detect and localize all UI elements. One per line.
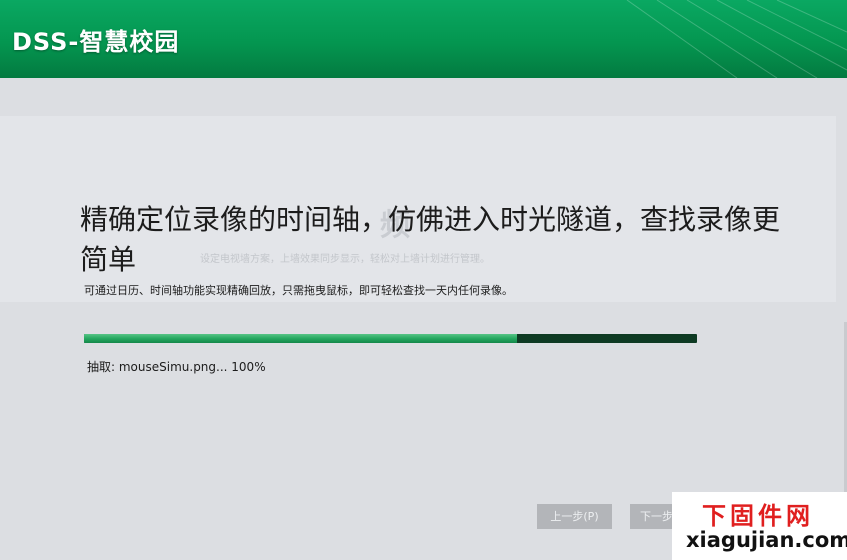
watermark-title: 下固件网 xyxy=(702,502,814,530)
feature-headline: 精确定位录像的时间轴，仿佛进入时光隧道，查找录像更简单 xyxy=(80,203,781,276)
site-watermark: 下固件网 xiagujian.com xyxy=(672,492,847,560)
previous-step-button[interactable]: 上一步(P) xyxy=(537,504,612,529)
app-title: DSS-智慧校园 xyxy=(12,28,180,56)
header-decoration-streaks xyxy=(626,0,847,78)
feature-description: 可通过日历、时间轴功能实现精确回放，只需拖曳鼠标，即可轻松查找一天内任何录像。 xyxy=(84,284,513,297)
install-progress-bar xyxy=(84,334,697,343)
install-progress-fill xyxy=(84,334,518,343)
extract-status-text: 抽取: mouseSimu.png... 100% xyxy=(87,360,266,374)
watermark-url: xiagujian.com xyxy=(686,528,847,552)
title-bar: DSS-智慧校园 xyxy=(0,0,847,78)
installer-content: 频 设定电视墙方案，上墙效果同步显示，轻松对上墙计划进行管理。 精确定位录像的时… xyxy=(0,78,847,560)
